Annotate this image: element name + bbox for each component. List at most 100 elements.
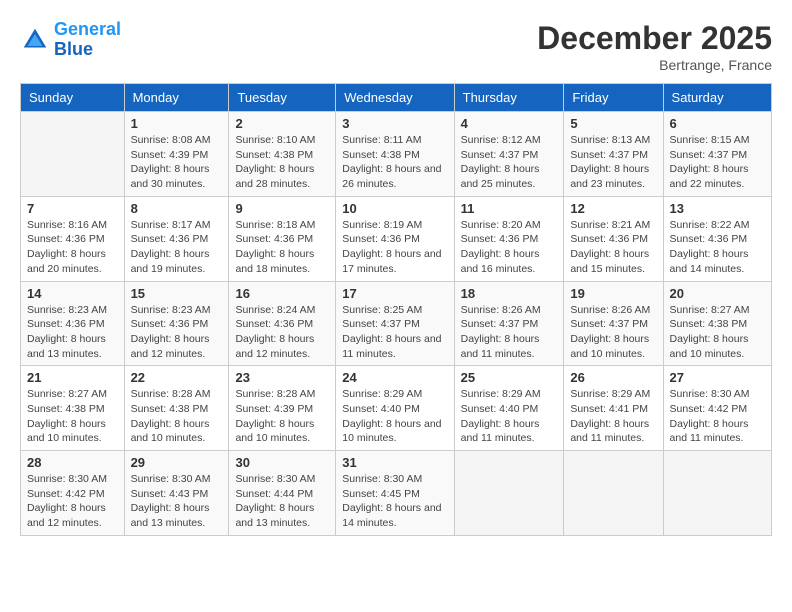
day-info: Sunrise: 8:23 AMSunset: 4:36 PMDaylight:… (131, 303, 223, 362)
day-cell: 16 Sunrise: 8:24 AMSunset: 4:36 PMDayligh… (229, 281, 336, 366)
day-info: Sunrise: 8:30 AMSunset: 4:44 PMDaylight:… (235, 472, 329, 531)
day-number: 19 (570, 286, 656, 301)
day-cell: 17 Sunrise: 8:25 AMSunset: 4:37 PMDayligh… (336, 281, 454, 366)
day-cell: 9 Sunrise: 8:18 AMSunset: 4:36 PMDaylight… (229, 196, 336, 281)
day-cell: 26Sunrise: 8:29 AMSunset: 4:41 PMDayligh… (564, 366, 663, 451)
logo-icon (20, 25, 50, 55)
day-info: Sunrise: 8:30 AMSunset: 4:43 PMDaylight:… (131, 472, 223, 531)
day-info: Sunrise: 8:29 AMSunset: 4:40 PMDaylight:… (342, 387, 447, 446)
month-title: December 2025 (537, 20, 772, 57)
day-number: 17 (342, 286, 447, 301)
day-info: Sunrise: 8:21 AMSunset: 4:36 PMDaylight:… (570, 218, 656, 277)
day-info: Sunrise: 8:18 AMSunset: 4:36 PMDaylight:… (235, 218, 329, 277)
day-cell: 20 Sunrise: 8:27 AMSunset: 4:38 PMDayligh… (663, 281, 771, 366)
day-number: 25 (461, 370, 558, 385)
day-number: 29 (131, 455, 223, 470)
header-row: SundayMondayTuesdayWednesdayThursdayFrid… (21, 84, 772, 112)
title-block: December 2025 Bertrange, France (537, 20, 772, 73)
day-number: 8 (131, 201, 223, 216)
day-number: 5 (570, 116, 656, 131)
day-number: 14 (27, 286, 118, 301)
week-row-4: 21 Sunrise: 8:27 AMSunset: 4:38 PMDayligh… (21, 366, 772, 451)
day-cell: 30 Sunrise: 8:30 AMSunset: 4:44 PMDayligh… (229, 451, 336, 536)
day-cell: 18Sunrise: 8:26 AMSunset: 4:37 PMDayligh… (454, 281, 564, 366)
header-cell-saturday: Saturday (663, 84, 771, 112)
day-cell: 22 Sunrise: 8:28 AMSunset: 4:38 PMDayligh… (124, 366, 229, 451)
day-number: 15 (131, 286, 223, 301)
day-info: Sunrise: 8:10 AMSunset: 4:38 PMDaylight:… (235, 133, 329, 192)
day-info: Sunrise: 8:22 AMSunset: 4:36 PMDaylight:… (670, 218, 765, 277)
logo: General Blue (20, 20, 121, 60)
day-cell (454, 451, 564, 536)
day-cell: 12 Sunrise: 8:21 AMSunset: 4:36 PMDayligh… (564, 196, 663, 281)
day-number: 24 (342, 370, 447, 385)
header-cell-wednesday: Wednesday (336, 84, 454, 112)
logo-text: General Blue (54, 20, 121, 60)
day-info: Sunrise: 8:19 AMSunset: 4:36 PMDaylight:… (342, 218, 447, 277)
day-cell: 7 Sunrise: 8:16 AMSunset: 4:36 PMDaylight… (21, 196, 125, 281)
header-cell-thursday: Thursday (454, 84, 564, 112)
day-number: 11 (461, 201, 558, 216)
day-cell: 13 Sunrise: 8:22 AMSunset: 4:36 PMDayligh… (663, 196, 771, 281)
logo-line1: General (54, 19, 121, 39)
day-number: 28 (27, 455, 118, 470)
day-info: Sunrise: 8:30 AMSunset: 4:42 PMDaylight:… (670, 387, 765, 446)
day-number: 4 (461, 116, 558, 131)
week-row-1: 1Sunrise: 8:08 AMSunset: 4:39 PMDaylight… (21, 112, 772, 197)
day-cell: 27 Sunrise: 8:30 AMSunset: 4:42 PMDayligh… (663, 366, 771, 451)
day-info: Sunrise: 8:27 AMSunset: 4:38 PMDaylight:… (670, 303, 765, 362)
day-number: 13 (670, 201, 765, 216)
day-number: 16 (235, 286, 329, 301)
day-cell: 15 Sunrise: 8:23 AMSunset: 4:36 PMDayligh… (124, 281, 229, 366)
day-cell: 19 Sunrise: 8:26 AMSunset: 4:37 PMDayligh… (564, 281, 663, 366)
day-cell: 3 Sunrise: 8:11 AMSunset: 4:38 PMDaylight… (336, 112, 454, 197)
day-info: Sunrise: 8:25 AMSunset: 4:37 PMDaylight:… (342, 303, 447, 362)
day-cell: 21 Sunrise: 8:27 AMSunset: 4:38 PMDayligh… (21, 366, 125, 451)
day-cell: 10 Sunrise: 8:19 AMSunset: 4:36 PMDayligh… (336, 196, 454, 281)
day-cell: 1Sunrise: 8:08 AMSunset: 4:39 PMDaylight… (124, 112, 229, 197)
day-number: 21 (27, 370, 118, 385)
day-info: Sunrise: 8:28 AMSunset: 4:38 PMDaylight:… (131, 387, 223, 446)
day-info: Sunrise: 8:17 AMSunset: 4:36 PMDaylight:… (131, 218, 223, 277)
day-number: 26 (570, 370, 656, 385)
day-number: 12 (570, 201, 656, 216)
day-number: 3 (342, 116, 447, 131)
day-number: 22 (131, 370, 223, 385)
day-info: Sunrise: 8:12 AMSunset: 4:37 PMDaylight:… (461, 133, 558, 192)
header-cell-friday: Friday (564, 84, 663, 112)
day-number: 10 (342, 201, 447, 216)
header-cell-tuesday: Tuesday (229, 84, 336, 112)
day-number: 20 (670, 286, 765, 301)
day-cell: 6Sunrise: 8:15 AMSunset: 4:37 PMDaylight… (663, 112, 771, 197)
day-info: Sunrise: 8:15 AMSunset: 4:37 PMDaylight:… (670, 133, 765, 192)
day-cell: 25Sunrise: 8:29 AMSunset: 4:40 PMDayligh… (454, 366, 564, 451)
day-info: Sunrise: 8:30 AMSunset: 4:45 PMDaylight:… (342, 472, 447, 531)
header-cell-monday: Monday (124, 84, 229, 112)
day-cell: 2Sunrise: 8:10 AMSunset: 4:38 PMDaylight… (229, 112, 336, 197)
day-cell: 5 Sunrise: 8:13 AMSunset: 4:37 PMDaylight… (564, 112, 663, 197)
day-cell: 14 Sunrise: 8:23 AMSunset: 4:36 PMDayligh… (21, 281, 125, 366)
day-number: 30 (235, 455, 329, 470)
day-info: Sunrise: 8:30 AMSunset: 4:42 PMDaylight:… (27, 472, 118, 531)
page-header: General Blue December 2025 Bertrange, Fr… (20, 20, 772, 73)
logo-line2: Blue (54, 39, 93, 59)
day-info: Sunrise: 8:26 AMSunset: 4:37 PMDaylight:… (570, 303, 656, 362)
day-cell: 24 Sunrise: 8:29 AMSunset: 4:40 PMDayligh… (336, 366, 454, 451)
day-number: 23 (235, 370, 329, 385)
day-number: 9 (235, 201, 329, 216)
day-cell: 11Sunrise: 8:20 AMSunset: 4:36 PMDayligh… (454, 196, 564, 281)
day-info: Sunrise: 8:16 AMSunset: 4:36 PMDaylight:… (27, 218, 118, 277)
location: Bertrange, France (537, 57, 772, 73)
day-cell: 4 Sunrise: 8:12 AMSunset: 4:37 PMDaylight… (454, 112, 564, 197)
week-row-2: 7 Sunrise: 8:16 AMSunset: 4:36 PMDaylight… (21, 196, 772, 281)
day-info: Sunrise: 8:24 AMSunset: 4:36 PMDaylight:… (235, 303, 329, 362)
day-cell: 23Sunrise: 8:28 AMSunset: 4:39 PMDayligh… (229, 366, 336, 451)
day-cell: 31Sunrise: 8:30 AMSunset: 4:45 PMDayligh… (336, 451, 454, 536)
calendar-table: SundayMondayTuesdayWednesdayThursdayFrid… (20, 83, 772, 536)
day-number: 7 (27, 201, 118, 216)
day-info: Sunrise: 8:23 AMSunset: 4:36 PMDaylight:… (27, 303, 118, 362)
day-info: Sunrise: 8:13 AMSunset: 4:37 PMDaylight:… (570, 133, 656, 192)
day-info: Sunrise: 8:27 AMSunset: 4:38 PMDaylight:… (27, 387, 118, 446)
day-info: Sunrise: 8:11 AMSunset: 4:38 PMDaylight:… (342, 133, 447, 192)
day-number: 27 (670, 370, 765, 385)
